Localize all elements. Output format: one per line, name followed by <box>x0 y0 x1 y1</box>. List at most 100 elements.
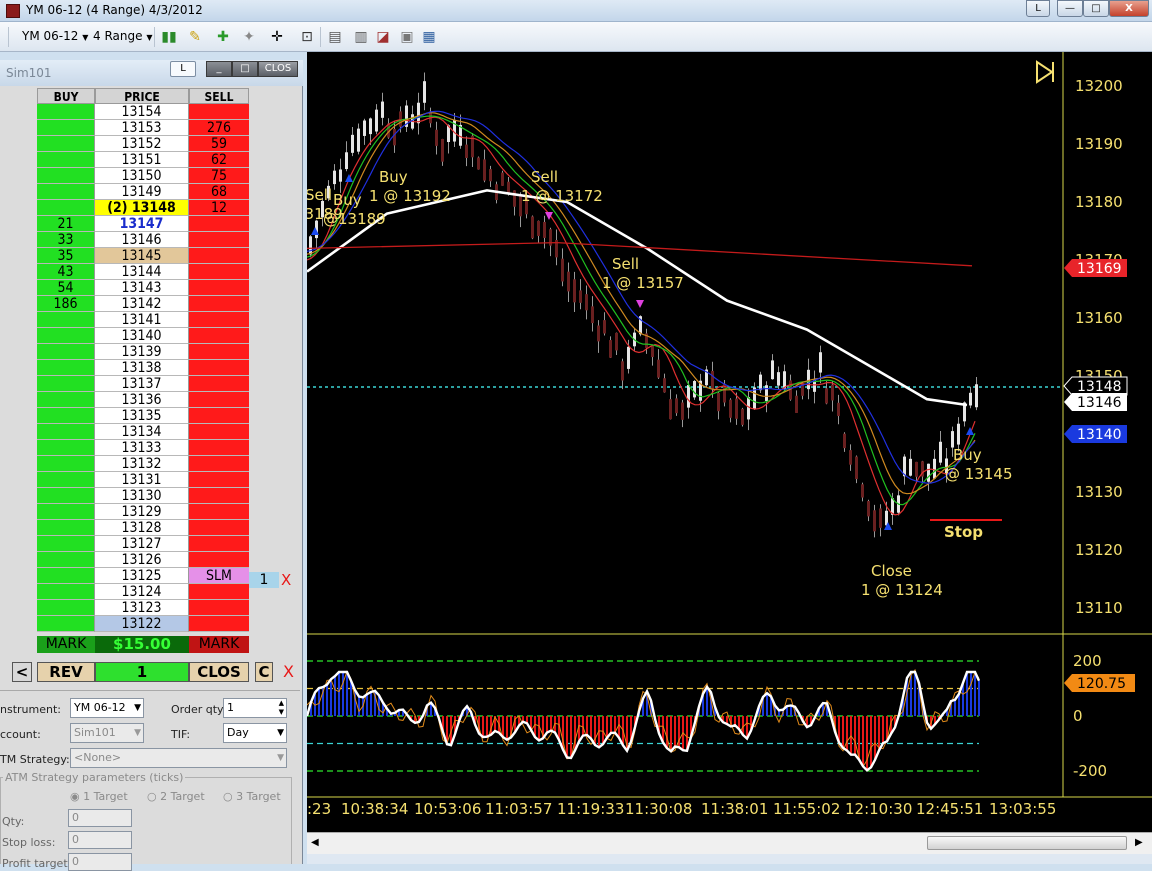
mark-sell-button[interactable]: MARK <box>189 636 249 653</box>
ladder-buy-cell[interactable] <box>37 568 95 584</box>
ladder-buy-cell[interactable]: 43 <box>37 264 95 280</box>
ladder-buy-cell[interactable] <box>37 120 95 136</box>
ladder-sell-cell[interactable] <box>189 376 249 392</box>
reverse-button[interactable]: REV <box>37 662 95 682</box>
mark-buy-button[interactable]: MARK <box>37 636 95 653</box>
target-1-radio[interactable]: ◉ 1 Target <box>70 790 128 803</box>
strategy-icon[interactable]: ✦ <box>240 28 258 46</box>
account-field[interactable]: Sim101 ▼ <box>70 723 144 743</box>
ladder-sell-cell[interactable] <box>189 344 249 360</box>
ladder-sell-cell[interactable] <box>189 392 249 408</box>
maximize-button[interactable]: □ <box>1083 0 1109 17</box>
ladder-buy-cell[interactable] <box>37 376 95 392</box>
ladder-buy-cell[interactable] <box>37 360 95 376</box>
instrument-selector[interactable]: YM 06-12 ▼ <box>22 29 88 43</box>
ladder-sell-cell[interactable] <box>189 408 249 424</box>
superdom-close-button[interactable]: CLOS <box>258 61 298 77</box>
ladder-sell-cell[interactable]: 62 <box>189 152 249 168</box>
atm-strategy-select[interactable]: <None> ▼ <box>70 748 287 768</box>
ladder-buy-cell[interactable] <box>37 440 95 456</box>
chart-trader-icon[interactable]: ◪ <box>374 28 392 46</box>
ladder-buy-cell[interactable] <box>37 488 95 504</box>
ladder-buy-cell[interactable]: 21 <box>37 216 95 232</box>
tif-select[interactable]: Day ▼ <box>223 723 287 743</box>
ladder-sell-cell[interactable] <box>189 248 249 264</box>
add-indicator-icon[interactable]: ✚ <box>214 28 232 46</box>
pencil-icon[interactable]: ✎ <box>186 28 204 46</box>
ladder-buy-cell[interactable]: 54 <box>37 280 95 296</box>
ladder-buy-cell[interactable] <box>37 312 95 328</box>
ladder-buy-cell[interactable] <box>37 152 95 168</box>
cancel-all-button[interactable]: X <box>283 662 294 681</box>
period-selector[interactable]: 4 Range ▼ <box>93 29 152 43</box>
ladder-buy-cell[interactable] <box>37 168 95 184</box>
ladder-sell-cell[interactable] <box>189 520 249 536</box>
ladder-buy-cell[interactable] <box>37 536 95 552</box>
ladder-buy-cell[interactable] <box>37 200 95 216</box>
target-3-radio[interactable]: ○ 3 Target <box>223 790 281 803</box>
minimize-button[interactable]: — <box>1057 0 1083 17</box>
price-chart[interactable]: Sell13189Buy@13189Buy1 @ 13192Sell1 @ 13… <box>295 52 1152 832</box>
ladder-buy-cell[interactable] <box>37 520 95 536</box>
ladder-sell-cell[interactable] <box>189 264 249 280</box>
ladder-sell-cell[interactable]: 68 <box>189 184 249 200</box>
ladder-sell-cell[interactable] <box>189 552 249 568</box>
ladder-sell-cell[interactable] <box>189 504 249 520</box>
ladder-sell-cell[interactable] <box>189 616 249 632</box>
ladder-buy-cell[interactable] <box>37 104 95 120</box>
ladder-sell-cell[interactable] <box>189 360 249 376</box>
ladder-buy-cell[interactable] <box>37 616 95 632</box>
ladder-sell-cell[interactable]: 12 <box>189 200 249 216</box>
ladder-sell-cell[interactable] <box>189 312 249 328</box>
cancel-orders-button[interactable]: C <box>255 662 273 682</box>
ladder-buy-cell[interactable] <box>37 456 95 472</box>
ladder-buy-cell[interactable]: 35 <box>37 248 95 264</box>
chart-scrollbar[interactable]: ◀ ▶ <box>307 832 1152 854</box>
window-link-button[interactable]: L <box>1026 0 1050 17</box>
ladder-buy-cell[interactable] <box>37 472 95 488</box>
target-2-radio[interactable]: ○ 2 Target <box>147 790 205 803</box>
chart-panel[interactable]: Sell13189Buy@13189Buy1 @ 13192Sell1 @ 13… <box>295 52 1152 864</box>
order-qty-stepper[interactable]: 1 ▲ ▼ <box>223 698 287 718</box>
ladder-sell-cell[interactable] <box>189 584 249 600</box>
zoom-icon[interactable]: ⊡ <box>298 28 316 46</box>
properties-icon[interactable]: ▤ <box>326 28 344 46</box>
qty-stepper[interactable]: 0 <box>68 809 132 827</box>
ladder-buy-cell[interactable] <box>37 344 95 360</box>
ladder-sell-cell[interactable] <box>189 296 249 312</box>
ladder-buy-cell[interactable] <box>37 184 95 200</box>
ladder-sell-cell[interactable] <box>189 280 249 296</box>
ladder-buy-cell[interactable] <box>37 424 95 440</box>
ladder-buy-cell[interactable] <box>37 392 95 408</box>
ladder-buy-cell[interactable] <box>37 328 95 344</box>
ladder-sell-cell[interactable] <box>189 472 249 488</box>
bars-icon[interactable]: ▥ <box>352 28 370 46</box>
ladder-buy-cell[interactable] <box>37 504 95 520</box>
ladder-sell-cell[interactable] <box>189 456 249 472</box>
ladder-sell-cell[interactable] <box>189 600 249 616</box>
superdom-maximize-button[interactable]: □ <box>232 61 258 77</box>
scroll-left-button[interactable]: < <box>12 662 32 682</box>
slm-cancel-button[interactable]: X <box>281 571 291 589</box>
ladder-sell-cell[interactable] <box>189 232 249 248</box>
quantity-display[interactable]: 1 <box>95 662 189 682</box>
ladder-sell-cell[interactable] <box>189 424 249 440</box>
ladder-buy-cell[interactable] <box>37 584 95 600</box>
ladder-buy-cell[interactable] <box>37 552 95 568</box>
close-position-button[interactable]: CLOS <box>189 662 249 682</box>
scrollbar-thumb[interactable] <box>927 836 1127 850</box>
slm-quantity[interactable]: 1 <box>249 572 279 588</box>
instrument-field[interactable]: YM 06-12 ▼ <box>70 698 144 718</box>
ladder-sell-cell[interactable] <box>189 328 249 344</box>
ladder-sell-cell[interactable] <box>189 104 249 120</box>
crosshair-icon[interactable]: ✛ <box>268 28 286 46</box>
ladder-sell-cell[interactable] <box>189 488 249 504</box>
ladder-sell-cell[interactable] <box>189 216 249 232</box>
ladder-sell-cell[interactable]: 75 <box>189 168 249 184</box>
scroll-right-icon[interactable]: ▶ <box>1135 837 1143 848</box>
bar-type-icon[interactable]: ▮▮ <box>160 28 178 46</box>
ladder-sell-cell[interactable] <box>189 440 249 456</box>
ladder-buy-cell[interactable] <box>37 136 95 152</box>
superdom-minimize-button[interactable]: _ <box>206 61 232 77</box>
ladder-buy-cell[interactable]: 33 <box>37 232 95 248</box>
